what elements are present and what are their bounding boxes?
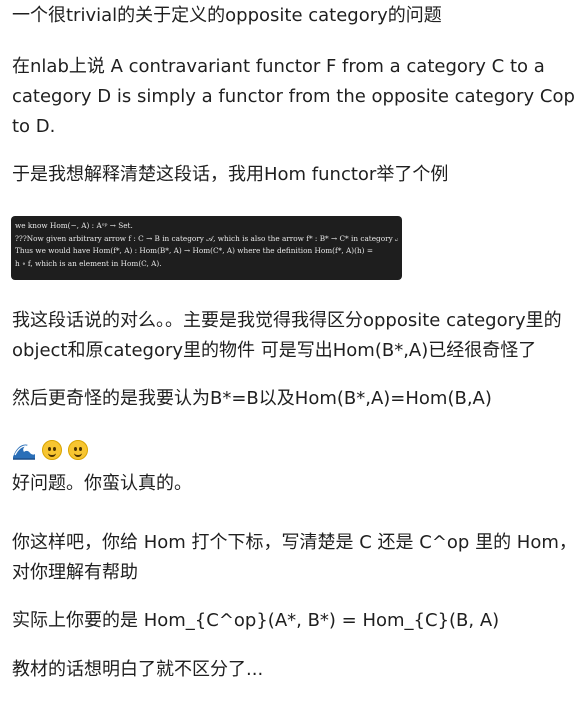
math-snippet-image: we know Hom(−, A) : Aᵒᵖ → Set. ???Now gi…: [11, 216, 402, 280]
smile-emoji-icon: [68, 440, 88, 460]
followup-paragraph: 我这段话说的对么。。主要是我觉得我得区分opposite category里的o…: [12, 310, 562, 361]
snippet-line: we know Hom(−, A) : Aᵒᵖ → Set.: [15, 221, 133, 230]
stranger-paragraph: 然后更奇怪的是我要认为B*=B以及Hom(B*,A)=Hom(B,A): [12, 388, 492, 409]
snippet-line: Thus we would have Hom(f*, A) : Hom(B*, …: [15, 246, 373, 255]
nlab-quote-paragraph: 在nlab上说 A contravariant functor F from a…: [12, 56, 581, 137]
question-title: 一个很trivial的关于定义的opposite category的问题: [12, 5, 442, 26]
reply-actually: 实际上你要的是 Hom_{C^op}(A*, B*) = Hom_{C}(B, …: [12, 610, 500, 631]
reply-textbook: 教材的话想明白了就不区分了...: [12, 659, 264, 680]
reply-good-question: 好问题。你蛮认真的。: [12, 473, 192, 494]
reply-emoji-row: [12, 438, 88, 462]
reply-suggestion: 你这样吧，你给 Hom 打个下标，写清楚是 C 还是 C^op 里的 Hom，对…: [12, 532, 577, 583]
snippet-line: h ∘ f, which is an element in Hom(C, A).: [15, 258, 162, 268]
snippet-line: ???Now given arbitrary arrow f : C → B i…: [15, 233, 398, 243]
smile-emoji-icon: [42, 440, 62, 460]
wave-emoji-icon: [12, 440, 36, 460]
intro-paragraph: 于是我想解释清楚这段话，我用Hom functor举了个例: [12, 164, 449, 185]
